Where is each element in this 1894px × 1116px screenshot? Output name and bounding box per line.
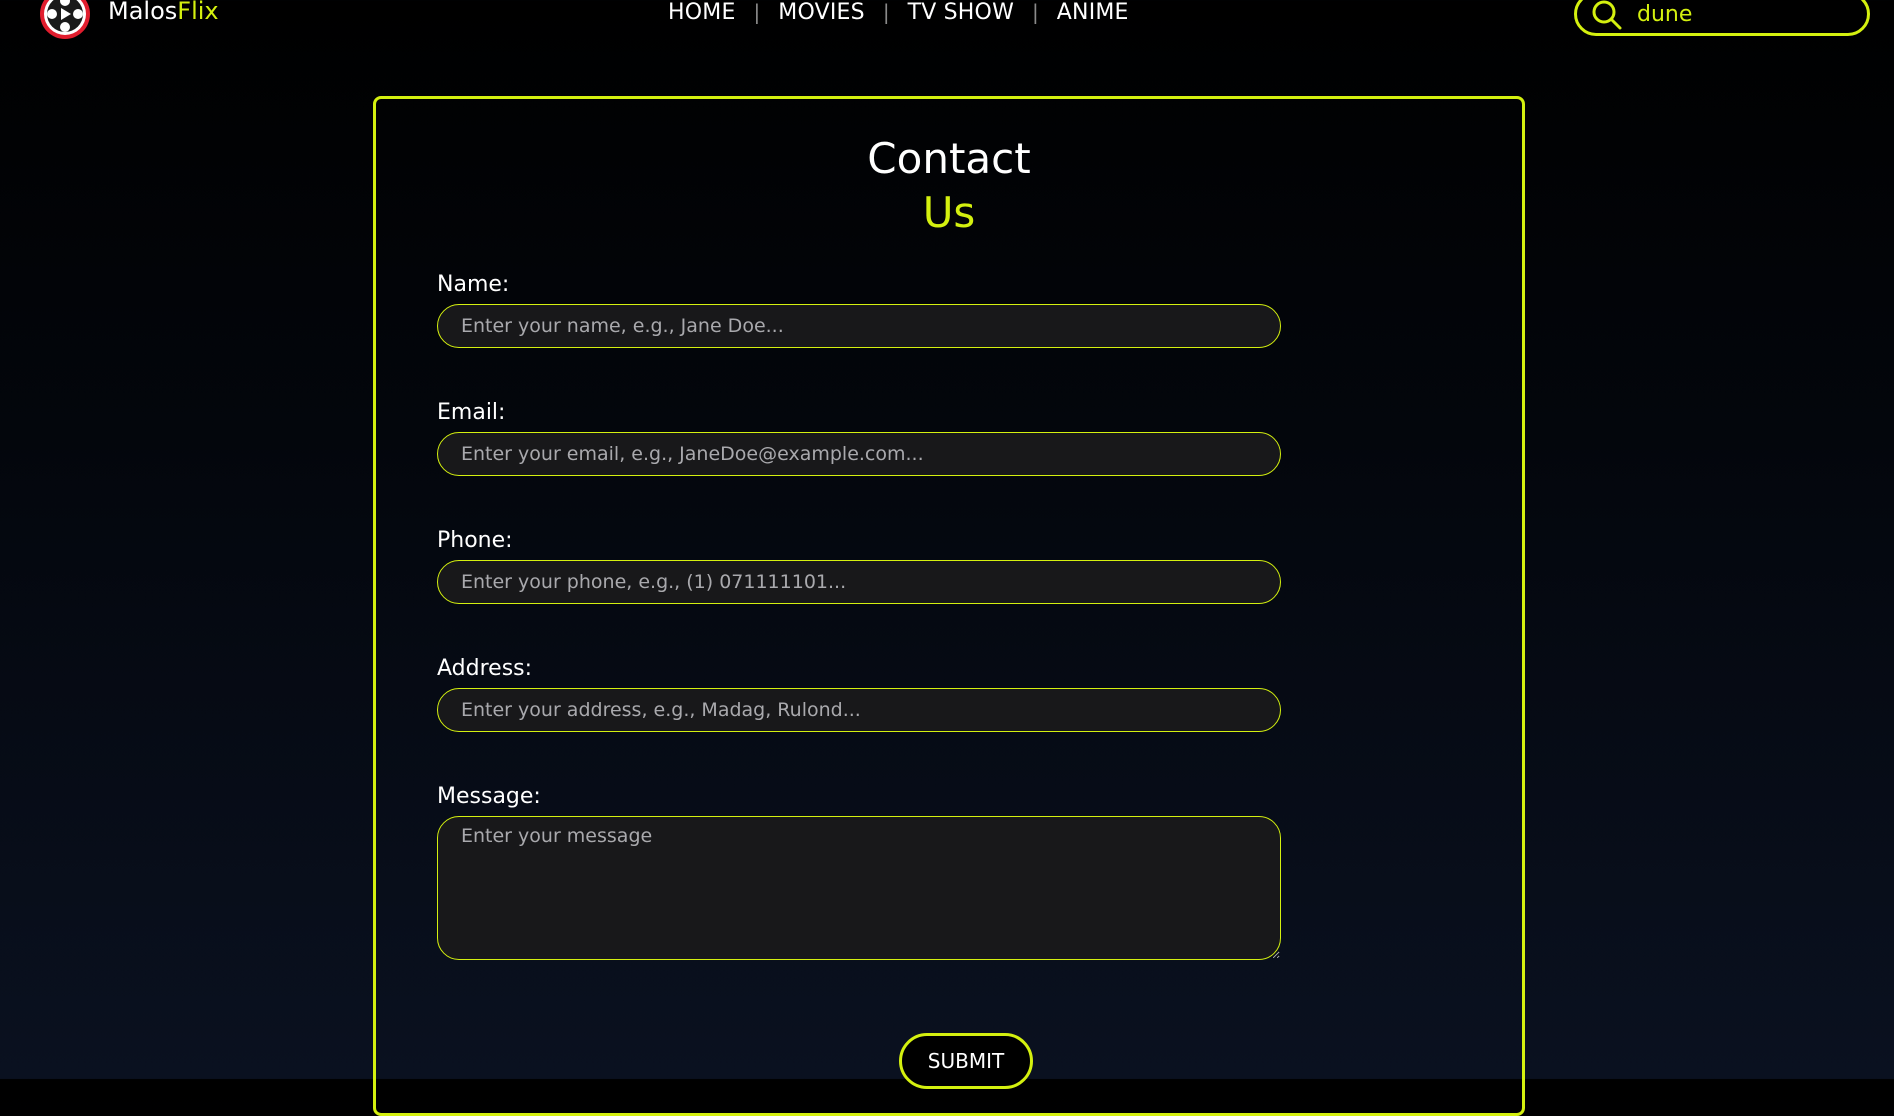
contact-card: Contact Us Name: Email: Phone: Address: …	[373, 96, 1525, 1116]
search-box	[1574, 0, 1870, 36]
film-reel-icon[interactable]	[36, 0, 94, 40]
message-label: Message:	[437, 784, 541, 809]
nav-movies[interactable]: MOVIES	[778, 0, 865, 25]
brand-name[interactable]: MalosFlix	[108, 0, 219, 27]
brand-primary: Malos	[108, 0, 178, 25]
site-header: MalosFlix HOME | MOVIES | TV SHOW | ANIM…	[0, 0, 1894, 60]
page-title-accent: Us	[922, 188, 976, 237]
phone-label: Phone:	[437, 528, 513, 553]
page-title: Contact	[867, 134, 1031, 183]
email-label: Email:	[437, 400, 506, 425]
email-field[interactable]	[437, 432, 1281, 476]
address-label: Address:	[437, 656, 533, 681]
name-label: Name:	[437, 272, 510, 297]
nav-tv-show[interactable]: TV SHOW	[908, 0, 1014, 25]
message-field[interactable]	[437, 816, 1281, 960]
brand-accent: Flix	[177, 0, 219, 25]
nav-separator: |	[753, 0, 761, 24]
nav-anime[interactable]: ANIME	[1057, 0, 1129, 25]
nav-separator: |	[882, 0, 890, 24]
nav-separator: |	[1032, 0, 1039, 24]
search-input[interactable]	[1637, 0, 1857, 29]
submit-button[interactable]: SUBMIT	[899, 1033, 1033, 1089]
nav-home[interactable]: HOME	[668, 0, 736, 25]
phone-field[interactable]	[437, 560, 1281, 604]
address-field[interactable]	[437, 688, 1281, 732]
name-field[interactable]	[437, 304, 1281, 348]
main-nav: HOME | MOVIES | TV SHOW | ANIME	[668, 0, 1129, 29]
search-icon[interactable]	[1591, 0, 1623, 31]
